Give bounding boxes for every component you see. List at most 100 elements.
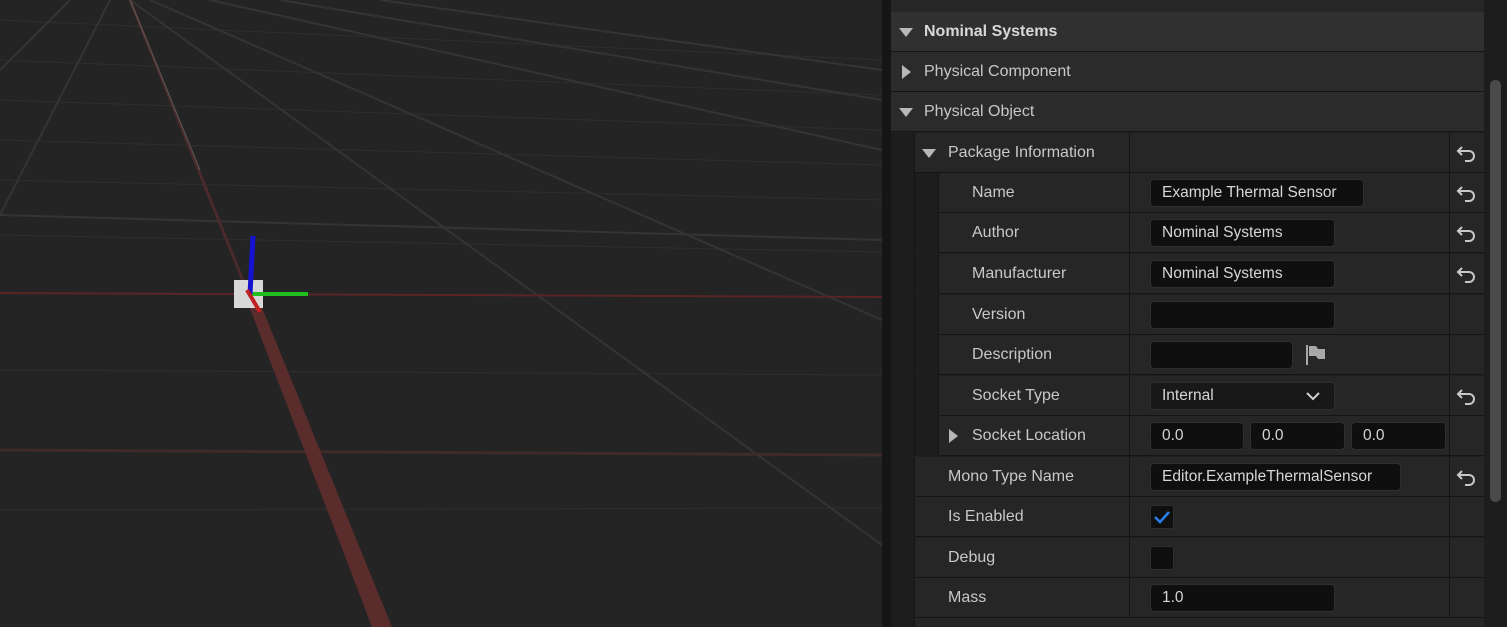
expand-arrow-icon[interactable] (899, 28, 913, 37)
debug-checkbox[interactable] (1150, 546, 1174, 570)
chevron-down-icon (1306, 392, 1320, 401)
indent-guide (891, 578, 915, 618)
dropdown-value: Internal (1162, 387, 1214, 404)
column-divider (1129, 335, 1130, 375)
property-version: Version (891, 295, 1484, 335)
group-package-information[interactable]: Package Information (891, 133, 1484, 173)
property-name: Name Example Thermal Sensor (891, 173, 1484, 213)
property-label: Socket Location (972, 427, 1086, 444)
column-divider (1129, 213, 1130, 253)
indent-guide (891, 133, 915, 173)
reset-arrow-icon[interactable] (1456, 265, 1476, 283)
reset-arrow-icon[interactable] (1456, 224, 1476, 242)
column-divider (1449, 133, 1450, 173)
indent-guide (891, 497, 915, 537)
category-physical-component[interactable]: Physical Component (891, 52, 1484, 92)
property-manufacturer: Manufacturer Nominal Systems (891, 254, 1484, 294)
column-divider (1129, 538, 1130, 578)
description-input[interactable] (1150, 341, 1293, 369)
reset-arrow-icon[interactable] (1456, 144, 1476, 162)
property-is-enabled: Is Enabled (891, 497, 1484, 537)
version-input[interactable] (1150, 301, 1335, 329)
flag-icon[interactable] (1304, 344, 1328, 366)
indent-guide (891, 335, 915, 375)
column-divider (1449, 213, 1450, 253)
indent-guide (915, 416, 939, 456)
column-divider (1129, 295, 1130, 335)
property-label: Name (972, 184, 1015, 201)
column-divider (1449, 578, 1450, 618)
category-label: Nominal Systems (924, 23, 1058, 40)
socket-location-y-input[interactable]: 0.0 (1250, 422, 1345, 450)
reset-arrow-icon[interactable] (1456, 468, 1476, 486)
column-divider (1449, 173, 1450, 213)
property-label: Socket Type (972, 387, 1060, 404)
indent-guide (891, 416, 915, 456)
category-nominal-systems[interactable]: Nominal Systems (891, 12, 1484, 52)
indent-guide (891, 376, 915, 416)
mono-type-name-input[interactable]: Editor.ExampleThermalSensor (1150, 463, 1401, 491)
expand-arrow-icon[interactable] (922, 149, 936, 158)
name-input[interactable]: Example Thermal Sensor (1150, 179, 1364, 207)
indent-guide (891, 618, 915, 627)
column-divider (1449, 416, 1450, 456)
column-divider (1129, 376, 1130, 416)
indent-guide (915, 295, 939, 335)
property-mono-type-name: Mono Type Name Editor.ExampleThermalSens… (891, 457, 1484, 497)
column-divider (1449, 457, 1450, 497)
reset-arrow-icon[interactable] (1456, 184, 1476, 202)
author-input[interactable]: Nominal Systems (1150, 219, 1335, 247)
property-label: Debug (948, 549, 996, 566)
manufacturer-input[interactable]: Nominal Systems (1150, 260, 1335, 288)
column-divider (1129, 497, 1130, 537)
column-divider (1129, 578, 1130, 618)
column-divider (1129, 457, 1130, 497)
collapse-arrow-icon[interactable] (949, 429, 958, 443)
reset-arrow-icon[interactable] (1456, 387, 1476, 405)
column-divider (1449, 538, 1450, 578)
collapse-arrow-icon[interactable] (902, 65, 911, 79)
indent-guide (915, 173, 939, 213)
column-divider (1129, 254, 1130, 294)
indent-guide (891, 254, 915, 294)
checkmark-icon (1154, 511, 1170, 524)
property-mass: Mass 1.0 (891, 578, 1484, 618)
property-label: Manufacturer (972, 265, 1067, 282)
indent-guide (891, 213, 915, 253)
transform-gizmo[interactable] (0, 0, 882, 627)
property-label: Is Enabled (948, 508, 1024, 525)
is-enabled-checkbox[interactable] (1150, 505, 1174, 529)
property-label: Description (972, 346, 1053, 363)
property-label: Author (972, 224, 1020, 241)
column-divider (1449, 497, 1450, 537)
expand-arrow-icon[interactable] (899, 108, 913, 117)
category-label: Physical Object (924, 103, 1035, 120)
column-divider (1129, 416, 1130, 456)
details-panel: Nominal Systems Physical Component Physi… (891, 0, 1507, 627)
property-debug: Debug (891, 538, 1484, 578)
indent-guide (915, 254, 939, 294)
category-physical-object[interactable]: Physical Object (891, 92, 1484, 132)
level-viewport[interactable] (0, 0, 882, 627)
indent-guide (891, 457, 915, 497)
socket-location-x-input[interactable]: 0.0 (1150, 422, 1244, 450)
indent-guide (915, 213, 939, 253)
indent-guide (915, 376, 939, 416)
indent-guide (915, 335, 939, 375)
category-label: Physical Component (924, 63, 1071, 80)
panel-splitter[interactable] (882, 0, 891, 627)
mass-input[interactable]: 1.0 (1150, 584, 1335, 612)
property-next-partial (891, 618, 1484, 627)
column-divider (1449, 376, 1450, 416)
socket-type-dropdown[interactable]: Internal (1150, 382, 1335, 410)
scrollbar-thumb[interactable] (1490, 80, 1501, 502)
column-divider (1449, 254, 1450, 294)
column-divider (1129, 133, 1130, 173)
socket-location-z-input[interactable]: 0.0 (1351, 422, 1446, 450)
property-socket-location: Socket Location 0.0 0.0 0.0 (891, 416, 1484, 456)
column-divider (1449, 295, 1450, 335)
group-label: Package Information (948, 144, 1095, 161)
column-divider (1449, 335, 1450, 375)
property-author: Author Nominal Systems (891, 213, 1484, 253)
column-divider (1129, 173, 1130, 213)
